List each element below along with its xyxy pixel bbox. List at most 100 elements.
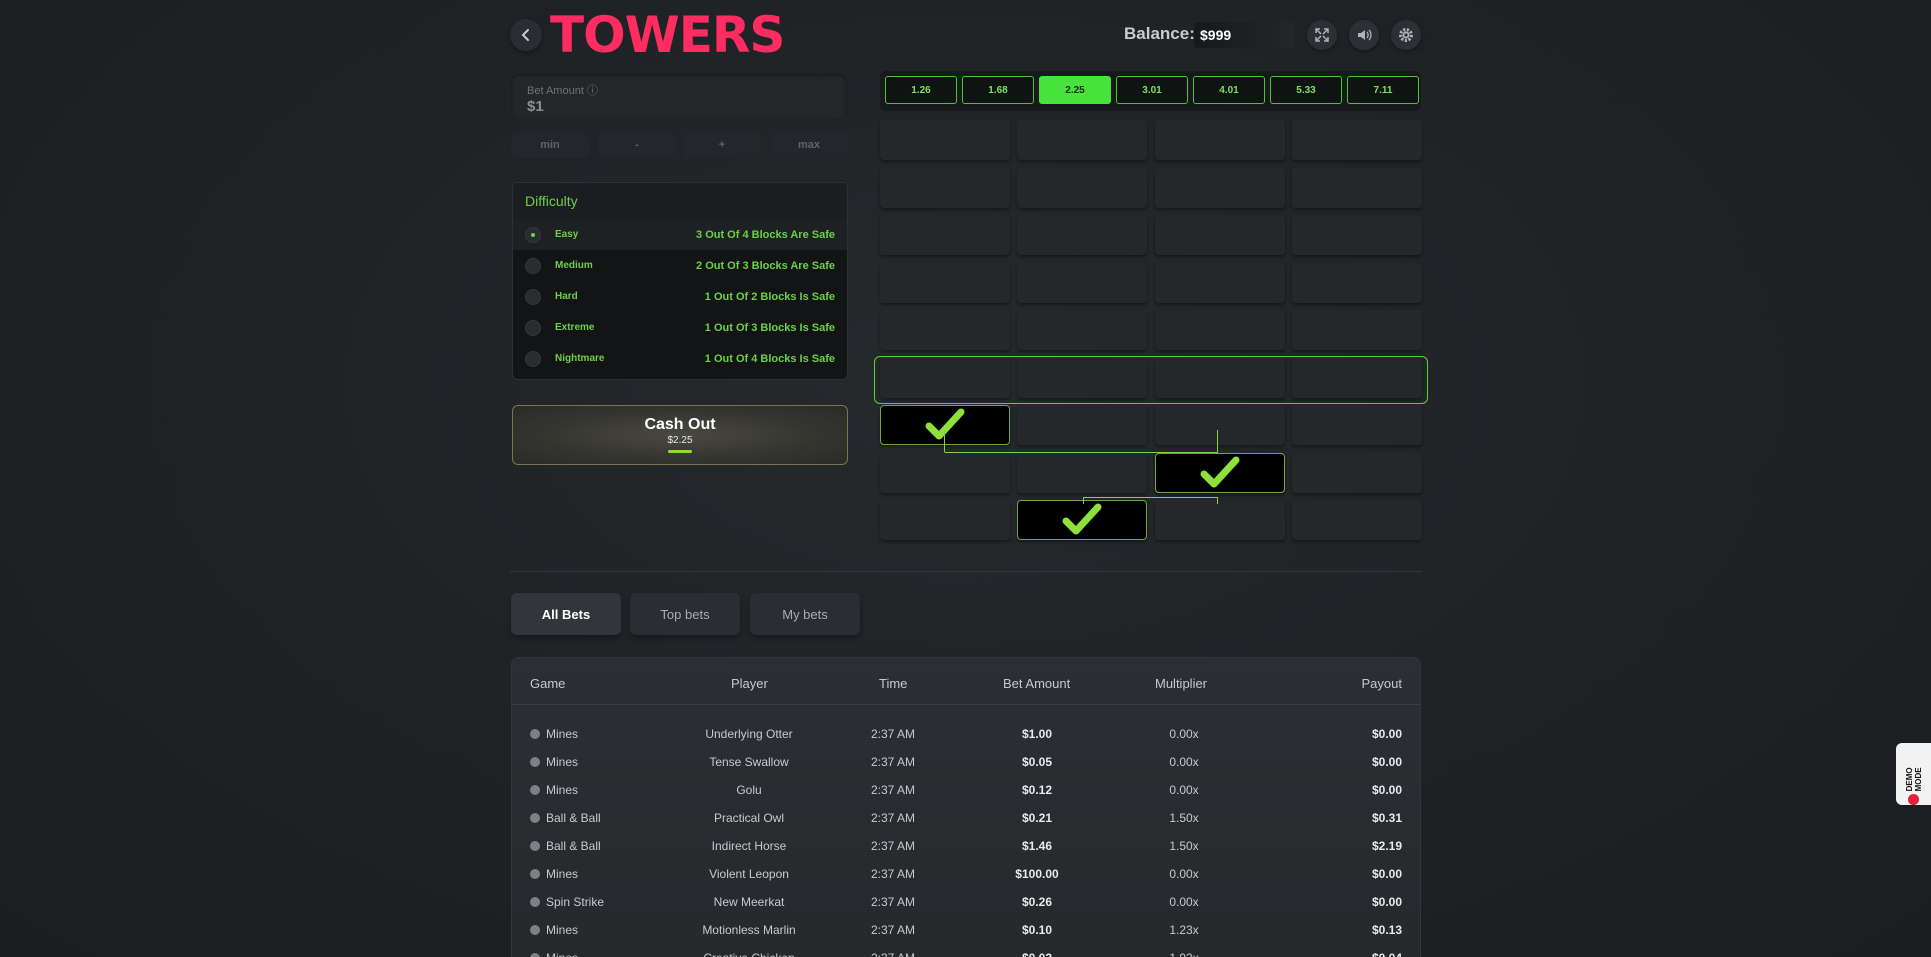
radio-selected[interactable] <box>525 226 541 243</box>
tower-block[interactable] <box>1017 452 1147 493</box>
column-header-time: Time <box>879 676 908 691</box>
tower-block[interactable] <box>880 120 1010 160</box>
demo-mode-label: DEMO MODE <box>1904 767 1923 792</box>
game-icon <box>530 897 540 907</box>
cell-time: 2:37 AM <box>870 755 916 769</box>
difficulty-name: Extreme <box>555 322 595 333</box>
cell-time: 2:37 AM <box>870 783 916 797</box>
difficulty-name: Hard <box>555 291 578 302</box>
cell-bet-amount: $0.26 <box>1021 895 1053 909</box>
tower-block[interactable] <box>1017 262 1147 303</box>
difficulty-option-extreme[interactable]: Extreme 1 Out Of 3 Blocks Is Safe <box>513 312 847 343</box>
tower-block[interactable] <box>1155 215 1285 255</box>
game-icon <box>530 869 540 879</box>
difficulty-option-hard[interactable]: Hard 1 Out Of 2 Blocks Is Safe <box>513 281 847 312</box>
bet-amount-field[interactable]: Bet Amount ⓘ $1 <box>511 74 847 120</box>
check-icon <box>1200 456 1240 487</box>
tower-block[interactable] <box>880 262 1010 303</box>
tower-block[interactable] <box>1292 500 1422 540</box>
tower-block[interactable] <box>1017 167 1147 208</box>
increase-button[interactable]: + <box>683 132 761 158</box>
multiplier-chip: 7.11 <box>1347 76 1419 104</box>
table-row: Ball & Ball Practical Owl 2:37 AM $0.21 1.50… <box>512 804 1420 832</box>
tower-block-safe[interactable] <box>1017 500 1147 540</box>
cell-payout: $0.04 <box>1372 951 1402 957</box>
cell-multiplier: 1.50x <box>1169 839 1199 853</box>
multiplier-chip: 3.01 <box>1116 76 1188 104</box>
tower-block[interactable] <box>1292 405 1422 445</box>
cell-game: Mines <box>530 755 578 769</box>
cell-multiplier: 0.00x <box>1169 783 1199 797</box>
column-header-bet-amount: Bet Amount <box>1003 676 1071 691</box>
sound-button[interactable] <box>1349 20 1379 50</box>
cell-player: Tense Swallow <box>709 755 789 769</box>
tower-block[interactable] <box>1292 120 1422 160</box>
cell-payout: $0.00 <box>1371 867 1402 881</box>
cell-payout: $0.00 <box>1371 755 1402 769</box>
tower-block[interactable] <box>1017 120 1147 160</box>
cell-game: Mines <box>530 867 578 881</box>
tower-block[interactable] <box>1017 310 1147 350</box>
tower-block[interactable] <box>880 215 1010 255</box>
game-icon <box>530 841 540 851</box>
table-row: Mines Golu 2:37 AM $0.12 0.00x $0.00 <box>512 776 1420 804</box>
cell-player: Motionless Marlin <box>702 923 796 937</box>
settings-button[interactable] <box>1391 20 1421 50</box>
min-button[interactable]: min <box>511 132 589 158</box>
tower-block[interactable] <box>1155 167 1285 208</box>
cell-game: Spin Strike <box>530 895 604 909</box>
tower-block[interactable] <box>1155 262 1285 303</box>
table-row: Mines Underlying Otter 2:37 AM $1.00 0.00x $0… <box>512 720 1420 748</box>
cell-bet-amount: $100.00 <box>1015 867 1059 881</box>
tower-block[interactable] <box>880 500 1010 540</box>
difficulty-name: Easy <box>555 229 579 240</box>
difficulty-option-medium[interactable]: Medium 2 Out Of 3 Blocks Are Safe <box>513 250 847 281</box>
cell-bet-amount: $1.00 <box>1021 727 1053 741</box>
tower-block[interactable] <box>880 310 1010 350</box>
game-icon <box>530 757 540 767</box>
tower-block-safe[interactable] <box>1155 452 1285 493</box>
tower-block[interactable] <box>1292 262 1422 303</box>
cash-out-button[interactable]: Cash Out $2.25 <box>512 405 848 465</box>
chevron-left-icon <box>521 29 529 41</box>
tower-block[interactable] <box>1155 310 1285 350</box>
path-connector <box>1083 497 1218 504</box>
radio[interactable] <box>525 257 541 274</box>
cell-payout: $0.13 <box>1371 923 1402 937</box>
radio[interactable] <box>525 319 541 336</box>
balance-value: $999 <box>1194 22 1294 48</box>
multiplier-chip: 4.01 <box>1193 76 1265 104</box>
fullscreen-button[interactable] <box>1307 20 1337 50</box>
cell-player: Golu <box>736 783 762 797</box>
tower-block[interactable] <box>1155 120 1285 160</box>
tower-block[interactable] <box>880 167 1010 208</box>
decrease-button[interactable]: - <box>598 132 676 158</box>
tower-block[interactable] <box>1292 167 1422 208</box>
active-row-highlight <box>874 356 1428 404</box>
difficulty-option-easy[interactable]: Easy 3 Out Of 4 Blocks Are Safe <box>513 219 847 250</box>
difficulty-option-nightmare[interactable]: Nightmare 1 Out Of 4 Blocks Is Safe <box>513 343 847 374</box>
difficulty-title: Difficulty <box>513 183 847 219</box>
difficulty-name: Nightmare <box>555 353 605 364</box>
back-button[interactable] <box>510 19 542 51</box>
difficulty-desc: 2 Out Of 3 Blocks Are Safe <box>696 259 835 272</box>
radio[interactable] <box>525 350 541 367</box>
cell-bet-amount: $1.46 <box>1021 839 1053 853</box>
cell-time: 2:37 AM <box>870 727 916 741</box>
tab-all-bets[interactable]: All Bets <box>511 593 621 635</box>
tower-block[interactable] <box>1017 215 1147 255</box>
cell-player: Violent Leopon <box>709 867 789 881</box>
tower-block[interactable] <box>1292 452 1422 493</box>
table-row: Mines Violent Leopon 2:37 AM $100.00 0.00x $0… <box>512 860 1420 888</box>
tab-my-bets[interactable]: My bets <box>750 593 860 635</box>
table-row: Ball & Ball Indirect Horse 2:37 AM $1.46 1.5… <box>512 832 1420 860</box>
tower-block[interactable] <box>1292 215 1422 255</box>
max-button[interactable]: max <box>770 132 848 158</box>
tower-block[interactable] <box>880 452 1010 493</box>
cell-game: Mines <box>530 923 578 937</box>
tab-top-bets[interactable]: Top bets <box>630 593 740 635</box>
tower-block[interactable] <box>1292 310 1422 350</box>
gear-icon <box>1399 28 1413 42</box>
radio[interactable] <box>525 288 541 305</box>
tower-block[interactable] <box>1155 500 1285 540</box>
